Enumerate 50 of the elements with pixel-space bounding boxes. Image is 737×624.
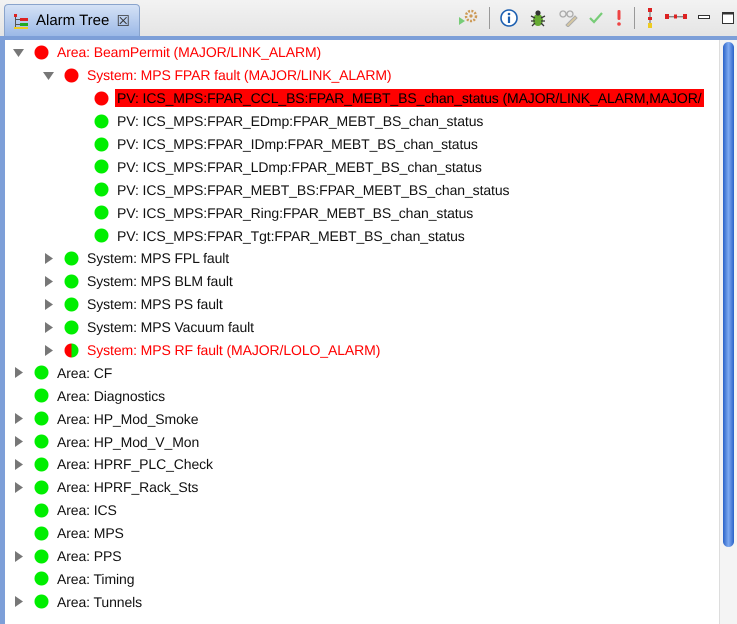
expand-arrow-icon[interactable]: [13, 596, 24, 608]
tree-item[interactable]: Area: MPS: [55, 524, 126, 542]
scrollbar-thumb[interactable]: [723, 42, 734, 547]
tree-item[interactable]: Area: CF: [55, 364, 114, 382]
tree-item[interactable]: Area: HPRF_PLC_Check: [55, 455, 215, 474]
collapse-arrow-icon[interactable]: [13, 46, 24, 58]
tree-item[interactable]: PV: ICS_MPS:FPAR_Tgt:FPAR_MEBT_BS_chan_status: [115, 226, 467, 245]
exclamation-icon[interactable]: [614, 9, 624, 27]
tree-item[interactable]: System: MPS PS fault: [85, 295, 225, 314]
collapse-arrow-icon[interactable]: [43, 70, 54, 81]
tree-item[interactable]: Area: BeamPermit (MAJOR/LINK_ALARM): [55, 43, 324, 62]
expand-arrow-icon[interactable]: [43, 344, 54, 356]
expand-arrow-icon[interactable]: [13, 367, 24, 378]
expand-arrow-icon[interactable]: [13, 550, 24, 562]
check-icon[interactable]: [588, 10, 604, 26]
expand-arrow-icon[interactable]: [13, 413, 24, 424]
expand-arrow-icon[interactable]: [43, 298, 54, 310]
tree-item[interactable]: PV: ICS_MPS:FPAR_EDmp:FPAR_MEBT_BS_chan_status: [115, 112, 486, 130]
tree-item[interactable]: PV: ICS_MPS:FPAR_CCL_BS:FPAR_MEBT_BS_chan_status (MAJOR/LINK_ALARM,MAJOR/: [115, 89, 704, 108]
maximize-icon[interactable]: [721, 11, 735, 25]
bug-icon[interactable]: [528, 9, 548, 27]
tree-item[interactable]: PV: ICS_MPS:FPAR_LDmp:FPAR_MEBT_BS_chan_status: [115, 158, 484, 176]
tree-item[interactable]: Area: HPRF_Rack_Sts: [55, 478, 200, 496]
expand-arrow-icon[interactable]: [43, 322, 54, 333]
expand-arrow-icon[interactable]: [43, 276, 54, 287]
tree-item[interactable]: PV: ICS_MPS:FPAR_Ring:FPAR_MEBT_BS_chan_status: [115, 204, 476, 222]
tree-item[interactable]: Area: Tunnels: [55, 592, 144, 611]
tree-item[interactable]: PV: ICS_MPS:FPAR_MEBT_BS:FPAR_MEBT_BS_chan_status: [115, 180, 512, 199]
tree-item[interactable]: Area: HP_Mod_Smoke: [55, 410, 200, 428]
tree-item[interactable]: Area: Timing: [55, 570, 136, 588]
tree-item[interactable]: PV: ICS_MPS:FPAR_IDmp:FPAR_MEBT_BS_chan_status: [115, 135, 480, 153]
expand-arrow-icon[interactable]: [13, 458, 24, 470]
tree-item[interactable]: Area: Diagnostics: [55, 386, 168, 405]
tree-item[interactable]: System: MPS BLM fault: [85, 272, 235, 290]
tree-icon: [13, 12, 29, 28]
tree-item[interactable]: Area: PPS: [55, 547, 124, 566]
expand-arrow-icon[interactable]: [13, 436, 24, 448]
info-icon[interactable]: [500, 9, 518, 27]
tree-item[interactable]: System: MPS RF fault (MAJOR/LOLO_ALARM): [85, 341, 382, 360]
tree-item[interactable]: System: MPS Vacuum fault: [85, 318, 256, 336]
expand-arrow-icon[interactable]: [43, 252, 54, 264]
expand-arrow-icon[interactable]: [13, 482, 24, 493]
view-tab[interactable]: Alarm Tree ☒: [4, 4, 140, 36]
tree-item[interactable]: Area: HP_Mod_V_Mon: [55, 432, 202, 451]
view-title: Alarm Tree: [36, 12, 110, 29]
tree-item[interactable]: System: MPS FPAR fault (MAJOR/LINK_ALARM): [85, 66, 394, 84]
close-button[interactable]: ☒: [116, 12, 130, 30]
vertical-tree-icon[interactable]: [645, 8, 655, 28]
tree-item[interactable]: Area: ICS: [55, 501, 119, 520]
tree-item[interactable]: System: MPS FPL fault: [85, 249, 232, 268]
